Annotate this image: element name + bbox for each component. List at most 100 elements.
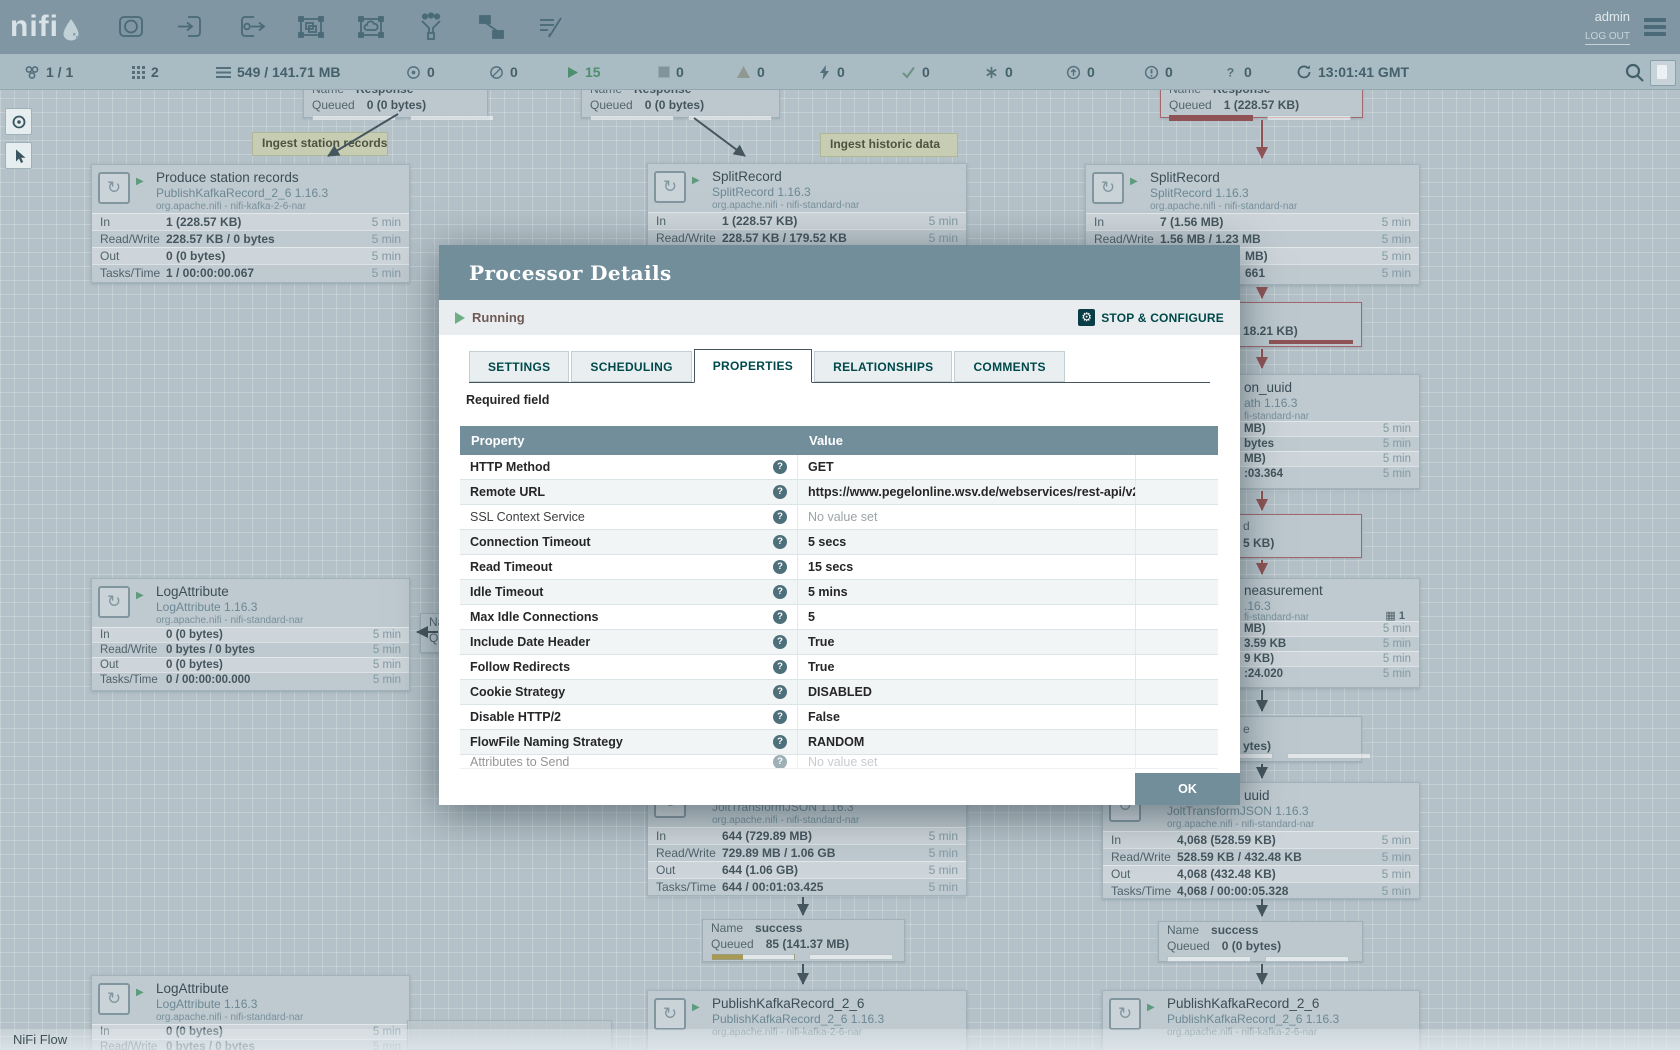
help-icon[interactable] xyxy=(773,535,787,549)
column-value: Value xyxy=(798,433,1218,448)
label-tool-icon[interactable] xyxy=(536,12,566,42)
locally-modified-and-stale-count-status: 0 xyxy=(1144,54,1173,90)
connection-queued-value: 1 (228.57 KB) xyxy=(1224,98,1299,112)
connection-label-success-mid[interactable]: Namesuccess Queued85 (141.37 MB) xyxy=(702,919,905,962)
help-icon[interactable] xyxy=(773,735,787,749)
processor-bundle: org.apache.nifi - nifi-kafka-2-6-nar xyxy=(156,201,306,212)
canvas-label-ingest-historic-data[interactable]: Ingest historic data xyxy=(820,133,958,157)
help-icon[interactable] xyxy=(773,460,787,474)
connection-label-success-right[interactable]: Namesuccess Queued0 (0 bytes) xyxy=(1158,921,1363,962)
help-icon[interactable] xyxy=(773,585,787,599)
processor-type: PublishKafkaRecord_2_6 1.16.3 xyxy=(1167,1012,1339,1026)
help-icon[interactable] xyxy=(773,510,787,524)
output-port-tool-icon[interactable] xyxy=(236,12,266,42)
dialog-title: Processor Details xyxy=(469,261,672,285)
processor-type-fragment: .16.3 xyxy=(1244,599,1271,613)
panel-toggle-button[interactable] xyxy=(1650,60,1676,86)
processor-type: JoltTransformJSON 1.16.3 xyxy=(1167,804,1309,818)
global-menu-icon[interactable] xyxy=(1644,15,1666,39)
dialog-header: Processor Details xyxy=(439,245,1240,300)
transmitting-icon xyxy=(406,65,421,80)
processor-title: PublishKafkaRecord_2_6 xyxy=(1167,996,1319,1011)
connection-queued-label: Queued xyxy=(1169,98,1212,112)
tab-comments[interactable]: COMMENTS xyxy=(954,351,1064,382)
nifi-logo: nifi xyxy=(10,7,79,47)
processor-details-dialog: Processor Details Running STOP & CONFIGU… xyxy=(439,245,1240,805)
breadcrumb-bar: NiFi Flow xyxy=(0,1029,1680,1050)
processor-log-attribute-mid[interactable]: LogAttribute LogAttribute 1.16.3 org.apa… xyxy=(91,578,410,691)
processor-type-fragment: ath 1.16.3 xyxy=(1244,396,1297,410)
running-state-icon xyxy=(455,312,465,324)
processor-title: Produce station records xyxy=(156,170,299,185)
processor-title-fragment: neasurement xyxy=(1244,583,1323,598)
remote-process-group-tool-icon[interactable] xyxy=(356,12,386,42)
processor-icon xyxy=(98,586,130,618)
help-icon[interactable] xyxy=(773,710,787,724)
running-state-label: Running xyxy=(472,310,525,325)
connection-queued-label: Queued xyxy=(1167,939,1210,953)
stat-row-read-write: Read/Write228.57 KB / 179.52 KB5 min xyxy=(648,229,966,246)
tab-relationships[interactable]: RELATIONSHIPS xyxy=(814,351,952,382)
help-icon[interactable] xyxy=(773,635,787,649)
cluster-icon xyxy=(24,64,40,80)
property-row: Include Date HeaderTrue xyxy=(460,630,1218,655)
processor-icon xyxy=(654,171,686,203)
input-port-tool-icon[interactable] xyxy=(176,12,206,42)
help-icon[interactable] xyxy=(773,685,787,699)
running-status-icon xyxy=(136,176,144,187)
processor-header: LogAttribute LogAttribute 1.16.3 org.apa… xyxy=(92,579,409,627)
tab-settings[interactable]: SETTINGS xyxy=(469,351,569,382)
help-icon[interactable] xyxy=(773,755,787,769)
property-row: Connection Timeout5 secs xyxy=(460,530,1218,555)
processor-header: SplitRecord SplitRecord 1.16.3 org.apach… xyxy=(648,164,966,212)
stop-configure-gear-icon xyxy=(1078,309,1095,326)
ok-button[interactable]: OK xyxy=(1135,773,1240,805)
help-icon[interactable] xyxy=(773,660,787,674)
help-icon[interactable] xyxy=(773,485,787,499)
running-status-icon xyxy=(1130,176,1138,187)
stat-row-read-write: Read/Write228.57 KB / 0 bytes5 min xyxy=(92,230,409,247)
refresh-icon[interactable] xyxy=(1296,64,1312,80)
processor-type: LogAttribute 1.16.3 xyxy=(156,997,257,1011)
running-status-icon xyxy=(136,987,144,998)
tab-scheduling[interactable]: SCHEDULING xyxy=(571,351,691,382)
property-row: Remote URLhttps://www.pegelonline.wsv.de… xyxy=(460,480,1218,505)
tab-properties[interactable]: PROPERTIES xyxy=(694,349,812,383)
queue-percent-bar-full xyxy=(1269,340,1353,344)
exclamation-circle-icon xyxy=(1144,65,1159,80)
stat-row-out: Out4,068 (432.48 KB)5 min xyxy=(1103,865,1419,882)
processor-title: SplitRecord xyxy=(1150,170,1220,185)
stat-row-in: In644 (729.89 MB)5 min xyxy=(648,827,966,844)
funnel-tool-icon[interactable] xyxy=(416,12,446,42)
processor-bundle: org.apache.nifi - nifi-standard-nar xyxy=(156,1012,303,1023)
processor-produce-station-records[interactable]: Produce station records PublishKafkaReco… xyxy=(91,164,410,283)
stat-row-read-write: Read/Write729.89 MB / 1.06 GB5 min xyxy=(648,844,966,861)
processor-tool-icon[interactable] xyxy=(116,12,146,42)
stat-row-out: Out644 (1.06 GB)5 min xyxy=(648,861,966,878)
running-status-icon xyxy=(1147,1002,1155,1013)
canvas-label-ingest-station-records[interactable]: Ingest station records xyxy=(252,132,388,156)
search-icon[interactable] xyxy=(1624,62,1646,84)
breadcrumb-nifi-flow[interactable]: NiFi Flow xyxy=(13,1032,67,1047)
operate-hand-icon xyxy=(11,148,27,164)
connection-queued-label: Queued xyxy=(590,98,633,112)
operate-palette-button[interactable] xyxy=(5,142,32,169)
logout-link[interactable]: LOG OUT xyxy=(1585,31,1630,45)
processor-icon xyxy=(98,983,130,1015)
process-group-tool-icon[interactable] xyxy=(296,12,326,42)
nifi-logo-text: nifi xyxy=(10,7,59,47)
running-status-icon xyxy=(136,590,144,601)
property-row: Idle Timeout5 mins xyxy=(460,580,1218,605)
help-icon[interactable] xyxy=(773,560,787,574)
navigate-palette-button[interactable] xyxy=(5,108,32,135)
stat-row-out: Out0 (0 bytes)5 min xyxy=(92,247,409,264)
processor-header: SplitRecord SplitRecord 1.16.3 org.apach… xyxy=(1086,165,1419,213)
last-refresh-status: 13:01:41 GMT xyxy=(1296,54,1409,90)
processor-bundle-fragment: fi-standard-nar xyxy=(1244,612,1309,623)
stop-and-configure-button[interactable]: STOP & CONFIGURE xyxy=(1078,309,1224,326)
stat-row-tasks: Tasks/Time644 / 00:01:03.4255 min xyxy=(648,878,966,895)
stat-row-in: In1 (228.57 KB)5 min xyxy=(648,212,966,229)
invalid-warning-icon xyxy=(736,65,751,79)
help-icon[interactable] xyxy=(773,610,787,624)
template-tool-icon[interactable] xyxy=(476,12,506,42)
